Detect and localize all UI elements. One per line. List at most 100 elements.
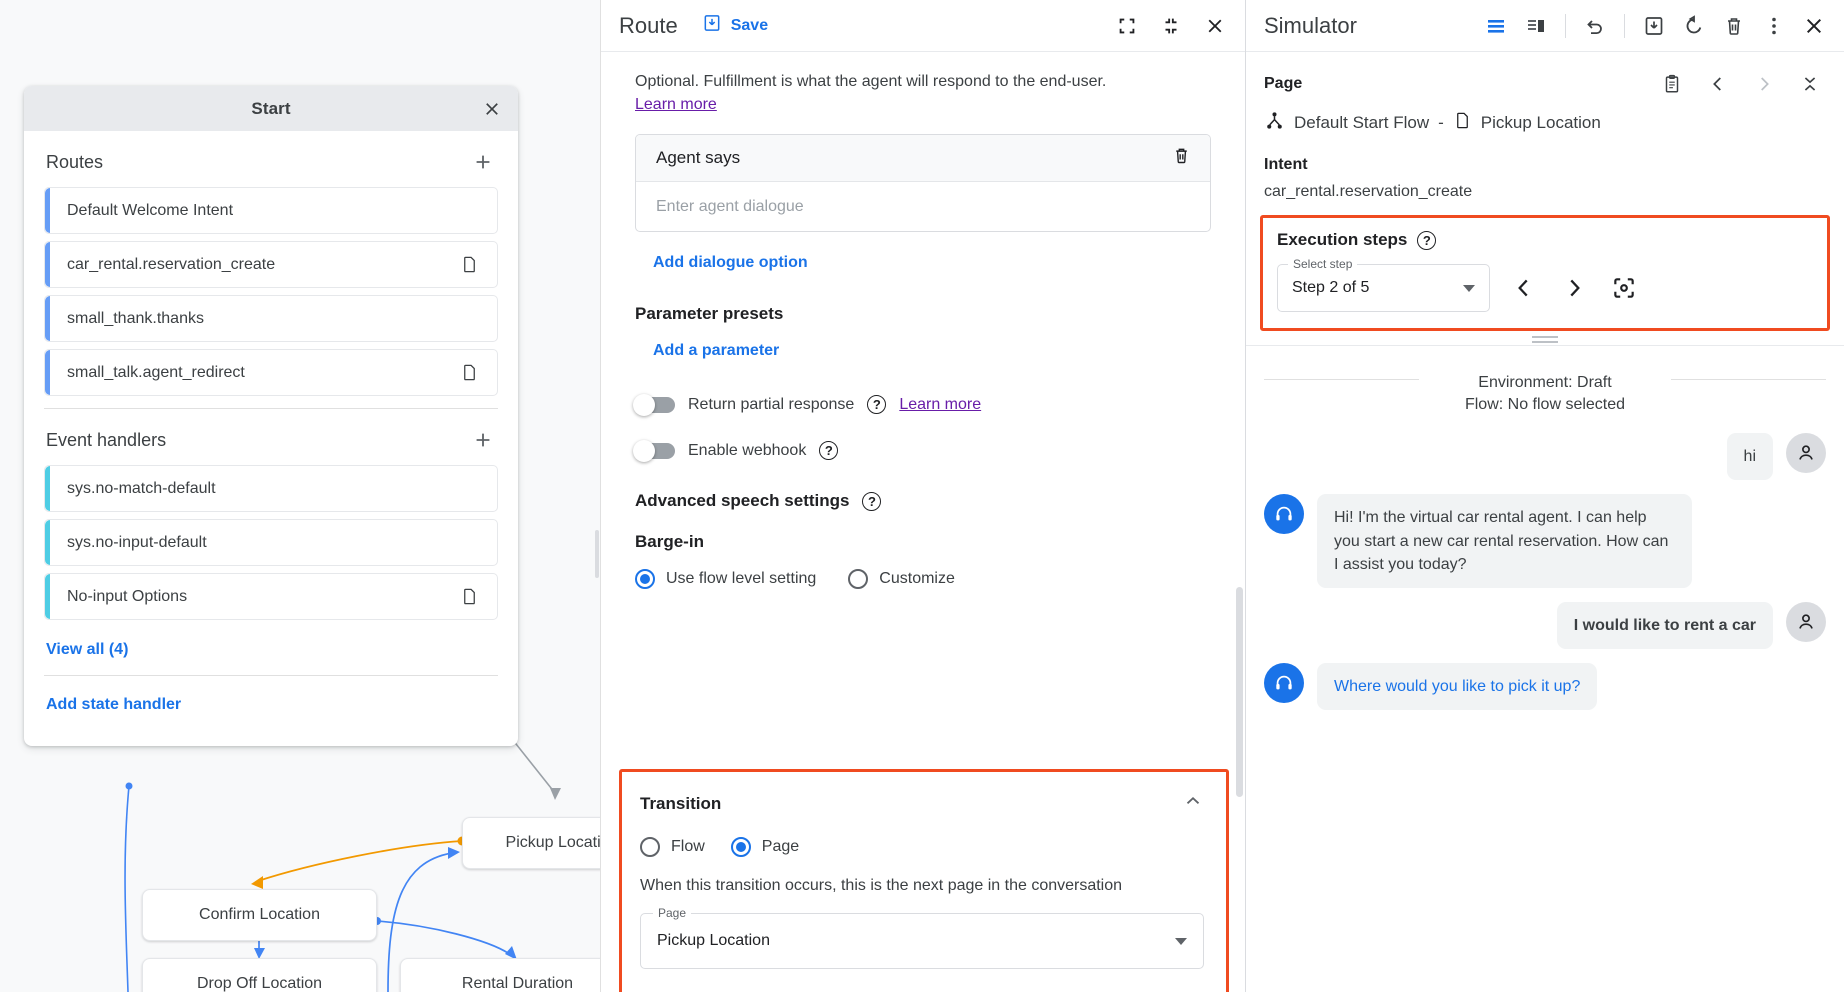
clipboard-icon[interactable] bbox=[1656, 68, 1688, 100]
barge-in-title: Barge-in bbox=[635, 532, 1211, 552]
toolbar-divider bbox=[1565, 14, 1566, 38]
start-panel-body: Routes Default Welcome Intent car_rental… bbox=[24, 131, 518, 746]
save-icon[interactable] bbox=[1638, 10, 1670, 42]
restart-icon[interactable] bbox=[1678, 10, 1710, 42]
flow-node-drop-off-location[interactable]: Drop Off Location bbox=[142, 958, 377, 992]
add-a-parameter-link[interactable]: Add a parameter bbox=[653, 342, 779, 360]
simulator-page-row: Page bbox=[1264, 68, 1826, 100]
simulator-resize-grip[interactable] bbox=[1532, 336, 1558, 344]
select-step-value: Step 2 of 5 bbox=[1292, 279, 1369, 297]
flow-node-rental-duration[interactable]: Rental Duration bbox=[400, 958, 600, 992]
flow-node-pickup-location[interactable]: Pickup Location bbox=[462, 817, 600, 869]
add-event-handler-plus-icon[interactable] bbox=[468, 425, 498, 455]
transition-target-option-page[interactable]: Page bbox=[731, 837, 799, 857]
learn-more-link[interactable]: Learn more bbox=[635, 96, 717, 113]
trash-icon[interactable] bbox=[1718, 10, 1750, 42]
help-icon[interactable]: ? bbox=[1417, 231, 1436, 250]
route-item-label: Default Welcome Intent bbox=[67, 202, 233, 220]
event-handler-item-sys-no-input-default[interactable]: sys.no-input-default bbox=[44, 519, 498, 566]
parameter-presets-section: Parameter presets Add a parameter bbox=[635, 304, 1211, 360]
add-dialogue-option-link[interactable]: Add dialogue option bbox=[653, 254, 808, 272]
route-header-actions bbox=[1113, 12, 1229, 40]
panel-resize-handle[interactable] bbox=[595, 530, 599, 578]
transition-target-option-flow[interactable]: Flow bbox=[640, 837, 705, 857]
flow-node-label: Rental Duration bbox=[462, 975, 573, 992]
chat-message-user: hi bbox=[1264, 433, 1826, 480]
close-icon[interactable] bbox=[1201, 12, 1229, 40]
simulator-page-separator: - bbox=[1438, 113, 1444, 133]
page-icon bbox=[1453, 111, 1472, 135]
caret-down-icon bbox=[1463, 285, 1475, 292]
return-partial-response-learn-more-link[interactable]: Learn more bbox=[899, 396, 981, 414]
banner-rule-right bbox=[1671, 379, 1826, 380]
help-icon[interactable]: ? bbox=[867, 395, 886, 414]
fulfillment-help-sentence: Optional. Fulfillment is what the agent … bbox=[635, 73, 1106, 90]
view-stacked-icon[interactable] bbox=[1480, 10, 1512, 42]
person-icon bbox=[1786, 433, 1826, 473]
return-partial-response-toggle[interactable] bbox=[635, 397, 675, 413]
flow-node-label: Drop Off Location bbox=[197, 975, 322, 992]
simulator-chat: hi Hi! I'm the virtual car rental agent.… bbox=[1246, 415, 1844, 724]
transition-page-select[interactable]: Page Pickup Location bbox=[640, 913, 1204, 969]
view-all-event-handlers-link[interactable]: View all (4) bbox=[24, 627, 128, 659]
flow-icon bbox=[1264, 110, 1285, 136]
help-icon[interactable]: ? bbox=[862, 492, 881, 511]
more-vert-icon[interactable] bbox=[1758, 10, 1790, 42]
help-icon[interactable]: ? bbox=[819, 441, 838, 460]
close-icon[interactable] bbox=[1798, 10, 1830, 42]
flow-line: Flow: No flow selected bbox=[1246, 394, 1844, 416]
chat-bubble: I would like to rent a car bbox=[1557, 602, 1773, 649]
route-panel-title: Route bbox=[619, 13, 678, 39]
add-route-plus-icon[interactable] bbox=[468, 147, 498, 177]
flow-canvas[interactable]: Pickup Location Confirm Location Drop Of… bbox=[0, 0, 600, 992]
route-item-small-talk-agent-redirect[interactable]: small_talk.agent_redirect bbox=[44, 349, 498, 396]
center-focus-icon[interactable] bbox=[1608, 272, 1640, 304]
close-icon[interactable] bbox=[478, 95, 506, 123]
fullscreen-collapse-icon[interactable] bbox=[1157, 12, 1185, 40]
view-split-icon[interactable] bbox=[1520, 10, 1552, 42]
route-item-small-thank-thanks[interactable]: small_thank.thanks bbox=[44, 295, 498, 342]
route-panel-scrollbar[interactable] bbox=[1236, 587, 1243, 797]
next-step-button[interactable] bbox=[1558, 272, 1590, 304]
collapse-icon[interactable] bbox=[1794, 68, 1826, 100]
route-panel: Route Save Optional. Fu bbox=[600, 0, 1246, 992]
route-item-default-welcome-intent[interactable]: Default Welcome Intent bbox=[44, 187, 498, 234]
chevron-up-icon[interactable] bbox=[1182, 790, 1204, 817]
fulfillment-help-text: Optional. Fulfillment is what the agent … bbox=[635, 70, 1211, 116]
chat-bubble[interactable]: Where would you like to pick it up? bbox=[1317, 663, 1597, 710]
execution-steps-header: Execution steps ? bbox=[1277, 230, 1811, 250]
caret-down-icon bbox=[1175, 938, 1187, 945]
save-button[interactable]: Save bbox=[702, 13, 768, 38]
execution-steps-section: Execution steps ? Select step Step 2 of … bbox=[1260, 215, 1830, 331]
trash-icon[interactable] bbox=[1171, 145, 1192, 171]
barge-in-option-use-flow-level-setting[interactable]: Use flow level setting bbox=[635, 569, 816, 589]
routes-section-header: Routes bbox=[24, 131, 518, 187]
agent-says-card: Agent says Enter agent dialogue bbox=[635, 134, 1211, 232]
barge-in-option-label: Customize bbox=[879, 570, 955, 588]
fullscreen-expand-icon[interactable] bbox=[1113, 12, 1141, 40]
previous-step-button[interactable] bbox=[1508, 272, 1540, 304]
route-item-car-rental-reservation-create[interactable]: car_rental.reservation_create bbox=[44, 241, 498, 288]
chevron-right-icon[interactable] bbox=[1748, 68, 1780, 100]
return-partial-response-row: Return partial response ? Learn more bbox=[635, 395, 1211, 414]
event-handler-item-no-input-options[interactable]: No-input Options bbox=[44, 573, 498, 620]
add-state-handler-label: Add state handler bbox=[46, 696, 181, 714]
select-step-dropdown[interactable]: Select step Step 2 of 5 bbox=[1277, 264, 1490, 312]
parameter-presets-title: Parameter presets bbox=[635, 304, 1211, 324]
chat-message-agent: Where would you like to pick it up? bbox=[1264, 663, 1826, 710]
event-handler-item-label: sys.no-match-default bbox=[67, 480, 216, 498]
event-handler-item-sys-no-match-default[interactable]: sys.no-match-default bbox=[44, 465, 498, 512]
simulator-header: Simulator bbox=[1246, 0, 1844, 52]
enable-webhook-toggle[interactable] bbox=[635, 443, 675, 459]
chevron-left-icon[interactable] bbox=[1702, 68, 1734, 100]
barge-in-option-customize[interactable]: Customize bbox=[848, 569, 955, 589]
add-state-handler-link[interactable]: Add state handler bbox=[24, 676, 518, 740]
execution-steps-title: Execution steps bbox=[1277, 230, 1407, 250]
routes-section-title: Routes bbox=[46, 152, 103, 173]
flow-node-confirm-location[interactable]: Confirm Location bbox=[142, 889, 377, 941]
save-button-label: Save bbox=[731, 17, 768, 35]
undo-icon[interactable] bbox=[1579, 10, 1611, 42]
simulator-intent-label: Intent bbox=[1264, 156, 1826, 174]
agent-dialogue-input[interactable]: Enter agent dialogue bbox=[636, 182, 1210, 231]
transition-title: Transition bbox=[640, 794, 721, 814]
